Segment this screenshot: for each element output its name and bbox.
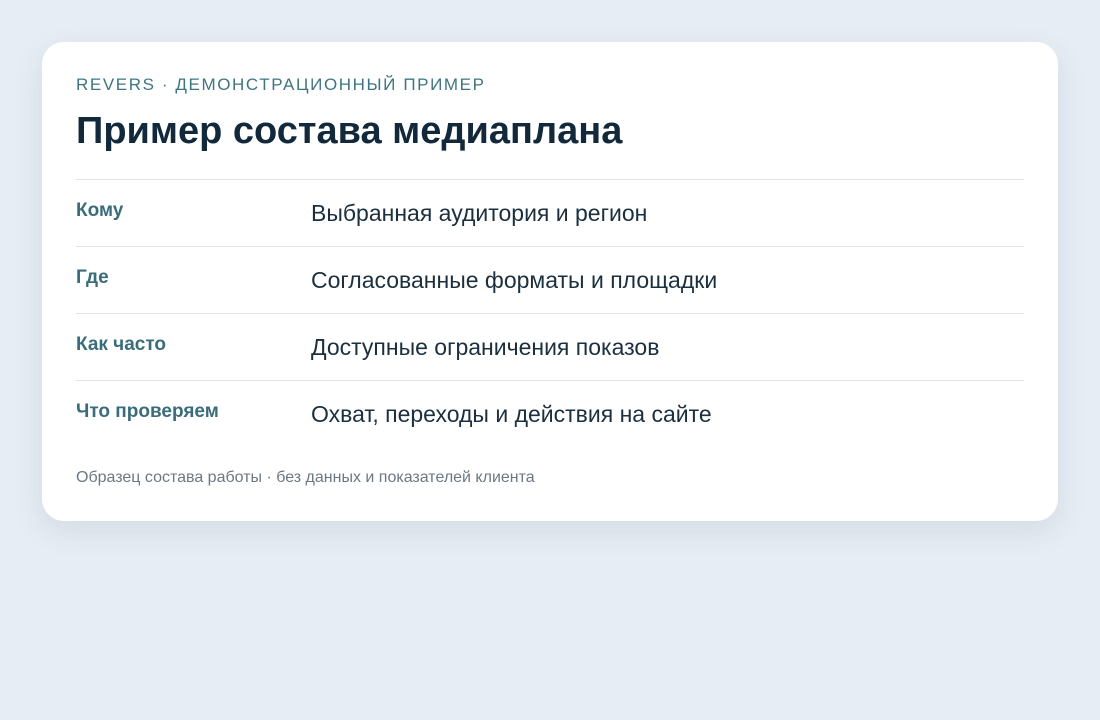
row-value: Охват, переходы и действия на сайте [311,400,712,427]
row-value: Выбранная аудитория и регион [311,199,648,226]
list-item-audience: Кому Выбранная аудитория и регион [76,180,1024,247]
row-label: Что проверяем [76,401,219,422]
row-label: Где [76,267,109,288]
list-item-metrics: Что проверяем Охват, переходы и действия… [76,381,1024,447]
plan-composition-list: Кому Выбранная аудитория и регион Где Со… [76,179,1024,447]
media-plan-card: REVERS · ДЕМОНСТРАЦИОННЫЙ ПРИМЕР Пример … [42,42,1058,521]
row-value: Согласованные форматы и площадки [311,266,718,293]
row-label: Как часто [76,334,167,355]
row-value: Доступные ограничения показов [311,333,660,360]
eyebrow-label: REVERS · ДЕМОНСТРАЦИОННЫЙ ПРИМЕР [76,75,486,94]
page-title: Пример состава медиаплана [76,110,623,152]
row-label: Кому [76,200,124,221]
footer-note: Образец состава работы · без данных и по… [76,469,535,486]
list-item-placement: Где Согласованные форматы и площадки [76,247,1024,314]
list-item-frequency: Как часто Доступные ограничения показов [76,314,1024,381]
